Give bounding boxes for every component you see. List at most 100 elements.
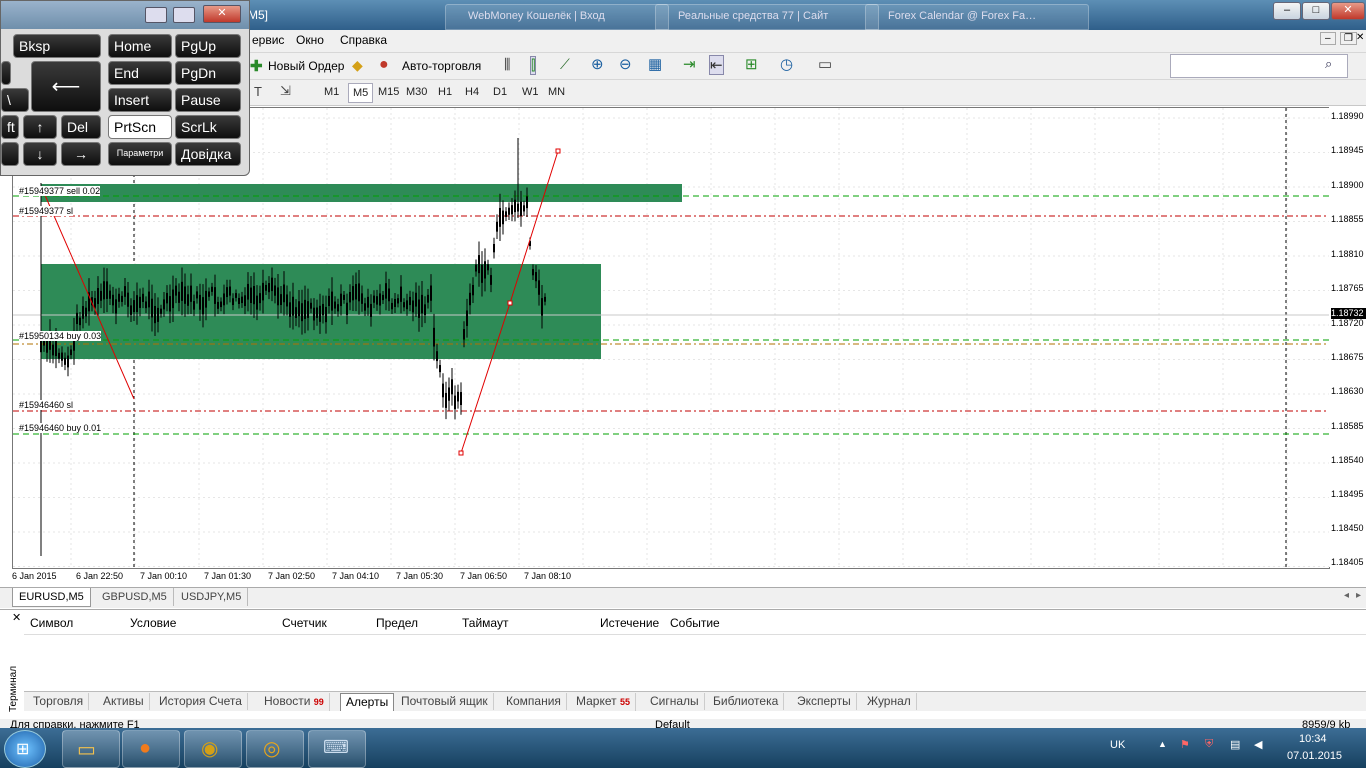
zoom-out-icon[interactable]: ⊖ [619, 55, 632, 73]
key-partial[interactable] [1, 142, 19, 166]
key-help[interactable]: Довідка [175, 142, 241, 166]
text-label-icon[interactable]: T [254, 84, 262, 99]
key-insert[interactable]: Insert [108, 88, 172, 112]
periods-icon[interactable]: ◷ [780, 55, 793, 73]
terminal-tab[interactable]: Алерты [340, 693, 395, 711]
search-icon[interactable]: ⌕ [1325, 56, 1332, 72]
timeframe-m5[interactable]: M5 [348, 83, 374, 103]
key-pgup[interactable]: PgUp [175, 34, 241, 58]
terminal-tab[interactable]: Журнал [862, 693, 917, 710]
metaeditor-icon[interactable]: ◆ [352, 57, 363, 74]
key-enter[interactable]: ⟵ [31, 61, 101, 112]
timeframe-w1[interactable]: W1 [518, 83, 543, 101]
key-arrow-down[interactable]: ↓ [23, 142, 57, 166]
clock-date[interactable]: 07.01.2015 [1287, 750, 1342, 762]
timeframe-m30[interactable]: M30 [402, 83, 431, 101]
column-header[interactable]: Истечение [600, 616, 659, 630]
line-chart-icon[interactable]: ⟋ [560, 56, 570, 73]
key-partial[interactable] [1, 61, 11, 85]
column-header[interactable]: Таймаут [462, 616, 508, 630]
column-header[interactable]: Предел [376, 616, 418, 630]
shield-icon[interactable]: ⛨ [1205, 738, 1213, 751]
indicators-icon[interactable]: ⊞ [745, 55, 758, 73]
clock-time[interactable]: 10:34 [1299, 733, 1327, 745]
chart-tab[interactable]: EURUSD,M5 [12, 588, 91, 607]
close-button[interactable]: ✕ [203, 5, 241, 23]
terminal-tab[interactable]: Библиотека [708, 693, 785, 710]
bar-chart-icon[interactable]: ⫼ [504, 56, 510, 73]
chart-shift-icon[interactable]: ⇤ [709, 55, 724, 75]
autotrading-button[interactable]: Авто-торговля [402, 59, 481, 73]
taskbar-keyboard[interactable]: ⌨ [308, 730, 366, 768]
key-options[interactable]: Параметри [108, 142, 172, 166]
column-header[interactable]: Событие [670, 616, 720, 630]
terminal-tab[interactable]: Сигналы [645, 693, 705, 710]
timeframe-h1[interactable]: H1 [434, 83, 456, 101]
menu-help[interactable]: Справка [340, 33, 387, 47]
mdi-minimize-button[interactable]: – [1320, 32, 1336, 45]
browser-tab[interactable]: Реальные средства 77 | Сайт [655, 4, 879, 30]
maximize-button[interactable] [173, 7, 195, 23]
timeframe-h4[interactable]: H4 [461, 83, 483, 101]
timeframe-d1[interactable]: D1 [489, 83, 511, 101]
key-scrlk[interactable]: ScrLk [175, 115, 241, 139]
key-arrow-up[interactable]: ↑ [23, 115, 57, 139]
key-backslash[interactable]: \ [1, 88, 29, 112]
taskbar-metatrader-1[interactable]: ◉ [184, 730, 242, 768]
mdi-close-button[interactable]: ✕ [1356, 32, 1364, 43]
chart-tab[interactable]: GBPUSD,M5 [96, 588, 174, 606]
taskbar-firefox[interactable]: ● [122, 730, 180, 768]
terminal-tab[interactable]: Новости 99 [259, 693, 330, 711]
arrows-icon[interactable]: ⇲ [280, 83, 291, 99]
timeframe-m15[interactable]: M15 [374, 83, 403, 101]
menu-window[interactable]: Окно [296, 33, 324, 47]
templates-icon[interactable]: ▭ [818, 55, 832, 73]
start-button[interactable]: ⊞ [4, 730, 46, 768]
column-header[interactable]: Счетчик [282, 616, 327, 630]
zoom-in-icon[interactable]: ⊕ [591, 55, 604, 73]
key-backspace[interactable]: Bksp [13, 34, 101, 58]
menu-service[interactable]: ервис [252, 33, 284, 47]
terminal-tab[interactable]: История Счета [154, 693, 248, 710]
tile-windows-icon[interactable]: ▦ [648, 55, 662, 73]
maximize-button[interactable]: □ [1302, 2, 1330, 20]
timeframe-mn[interactable]: MN [544, 83, 569, 101]
show-hidden-icons-icon[interactable]: ▲ [1158, 739, 1167, 749]
minimize-button[interactable] [145, 7, 167, 23]
column-header[interactable]: Условие [130, 616, 176, 630]
terminal-tab[interactable]: Почтовый ящик [396, 693, 494, 710]
autoscroll-icon[interactable]: ⇥ [683, 55, 696, 73]
language-indicator[interactable]: UK [1110, 739, 1125, 751]
key-pgdn[interactable]: PgDn [175, 61, 241, 85]
network-icon[interactable]: ▤ [1230, 738, 1240, 751]
scroll-right-icon[interactable]: ▸ [1356, 590, 1361, 601]
browser-tab[interactable]: WebMoney Кошелёк | Вход [445, 4, 669, 30]
taskbar-metatrader-2[interactable]: ◎ [246, 730, 304, 768]
key-delete[interactable]: Del [61, 115, 101, 139]
volume-icon[interactable]: ◀ [1254, 738, 1262, 751]
close-icon[interactable]: ✕ [12, 611, 21, 624]
scroll-left-icon[interactable]: ◂ [1344, 590, 1349, 601]
key-prtscn[interactable]: PrtScn [108, 115, 172, 139]
taskbar-explorer[interactable]: ▭ [62, 730, 120, 768]
key-end[interactable]: End [108, 61, 172, 85]
new-order-button[interactable]: Новый Ордер [268, 59, 344, 73]
mdi-restore-button[interactable]: ❐ [1340, 32, 1357, 45]
terminal-tab[interactable]: Компания [501, 693, 567, 710]
minimize-button[interactable]: – [1273, 2, 1301, 20]
flag-icon[interactable]: ⚑ [1180, 738, 1190, 751]
search-input[interactable] [1170, 54, 1348, 78]
key-home[interactable]: Home [108, 34, 172, 58]
chart-tab[interactable]: USDJPY,M5 [175, 588, 249, 606]
timeframe-m1[interactable]: M1 [320, 83, 343, 101]
key-shift[interactable]: ft [1, 115, 19, 139]
terminal-tab[interactable]: Маркет 55 [571, 693, 636, 711]
browser-tab[interactable]: Forex Calendar @ Forex Fa… [865, 4, 1089, 30]
terminal-tab[interactable]: Торговля [28, 693, 90, 710]
terminal-tab[interactable]: Активы [98, 693, 150, 710]
key-pause[interactable]: Pause [175, 88, 241, 112]
key-arrow-right[interactable]: → [61, 142, 101, 166]
candlestick-icon[interactable]: ⫿ [530, 56, 537, 75]
column-header[interactable]: Символ [30, 616, 73, 630]
close-button[interactable]: ✕ [1331, 2, 1365, 20]
